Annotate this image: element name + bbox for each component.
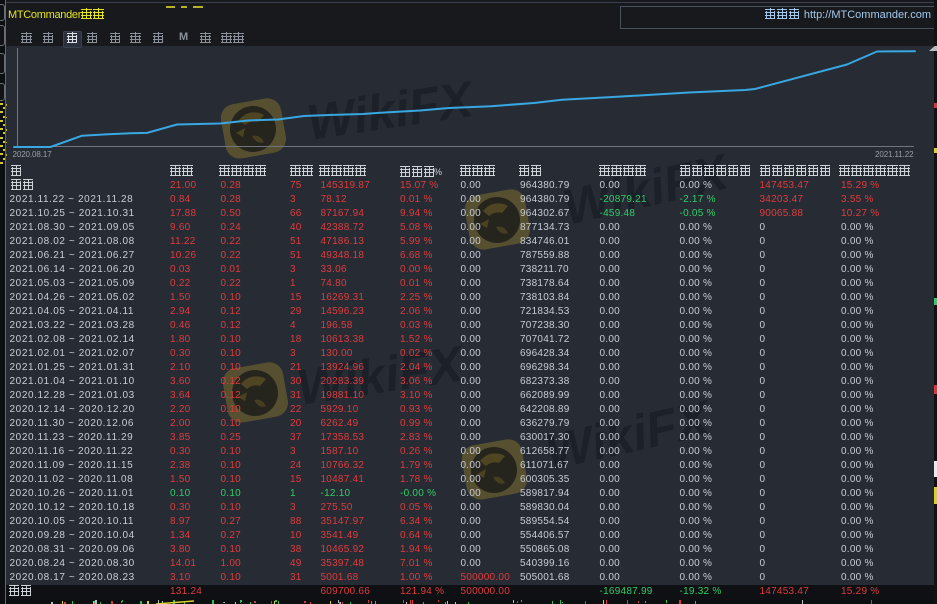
svg-text:2020.08.17: 2020.08.17 [13,150,53,159]
svg-text:2021.11.22: 2021.11.22 [875,150,914,159]
